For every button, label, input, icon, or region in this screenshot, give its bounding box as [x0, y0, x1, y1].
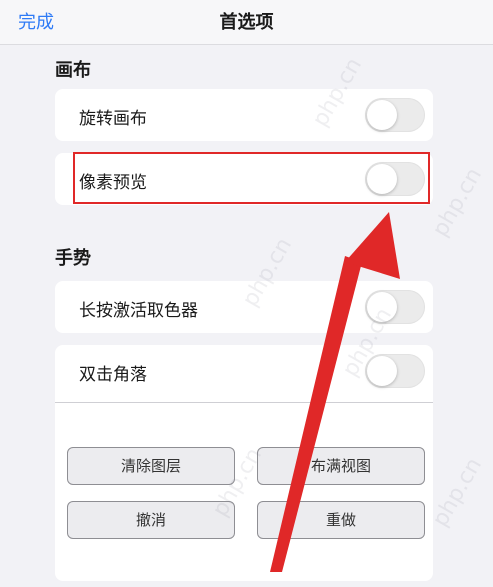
arrow-shaft [270, 256, 362, 572]
annotation-arrow [270, 212, 400, 572]
